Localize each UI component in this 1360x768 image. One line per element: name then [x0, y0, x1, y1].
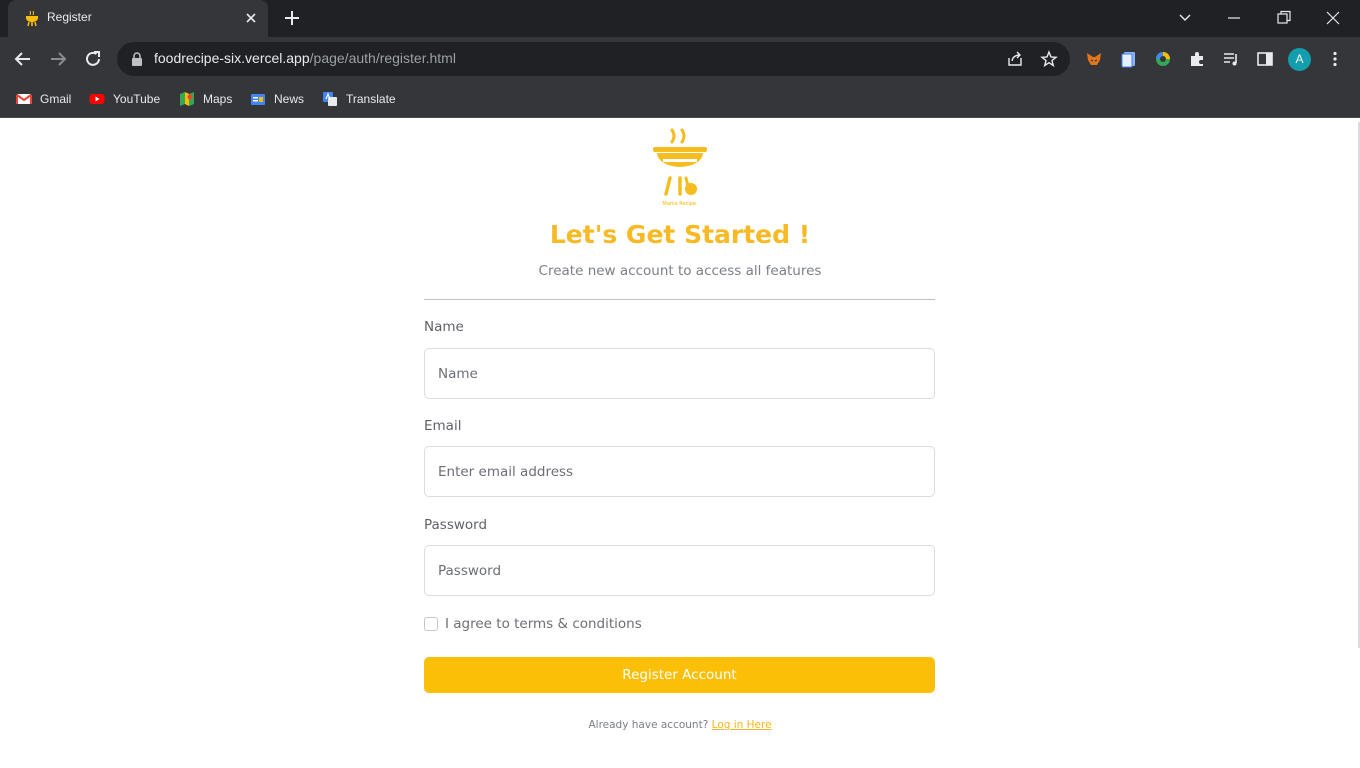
bookmark-translate[interactable]: Translate — [322, 89, 396, 109]
grill-logo-icon — [653, 128, 707, 196]
browser-toolbar: foodrecipe-six.vercel.app/page/auth/regi… — [0, 37, 1360, 81]
divider — [424, 299, 935, 300]
youtube-icon — [89, 94, 105, 104]
document-extension-icon[interactable] — [1120, 50, 1138, 68]
kebab-menu-icon[interactable] — [1326, 50, 1344, 68]
bookmark-star-icon[interactable] — [1040, 50, 1058, 68]
close-window-icon[interactable] — [1323, 8, 1343, 28]
page-subtitle: Create new account to access all feature… — [538, 263, 822, 279]
media-queue-icon[interactable] — [1222, 50, 1240, 68]
terms-label[interactable]: I agree to terms & conditions — [445, 616, 642, 632]
gmail-icon — [16, 94, 32, 104]
url-text[interactable]: foodrecipe-six.vercel.app/page/auth/regi… — [154, 50, 456, 66]
browser-titlebar: Register — [0, 0, 1360, 37]
bookmark-youtube[interactable]: YouTube — [89, 89, 160, 109]
news-icon — [251, 94, 265, 105]
new-tab-icon[interactable] — [282, 8, 302, 28]
url-host: foodrecipe-six.vercel.app — [154, 50, 310, 66]
login-prompt-text: Already have account? — [588, 719, 709, 731]
email-label: Email — [424, 418, 462, 434]
tab-search-chevron-icon[interactable] — [1175, 8, 1195, 28]
bookmark-label: YouTube — [113, 92, 161, 106]
login-link[interactable]: Log in Here — [712, 719, 772, 731]
share-icon[interactable] — [1006, 50, 1024, 68]
name-input[interactable] — [424, 348, 935, 399]
bookmark-news[interactable]: News — [250, 89, 304, 109]
translate-icon — [323, 92, 337, 106]
minimize-icon[interactable] — [1224, 8, 1244, 28]
login-prompt: Already have account? Log in Here — [430, 719, 930, 731]
register-account-button[interactable]: Register Account — [424, 657, 935, 693]
reload-icon[interactable] — [83, 49, 103, 69]
bookmark-label: Gmail — [40, 92, 72, 106]
bookmark-label: News — [274, 92, 305, 106]
profile-avatar[interactable]: A — [1288, 48, 1311, 71]
metamask-extension-icon[interactable] — [1085, 50, 1103, 68]
bookmark-maps[interactable]: Maps — [179, 89, 232, 109]
restore-icon[interactable] — [1274, 8, 1294, 28]
bookmark-label: Translate — [346, 92, 396, 106]
color-extension-icon[interactable] — [1154, 50, 1172, 68]
url-path: /page/auth/register.html — [309, 50, 456, 66]
tab-title: Register — [47, 10, 92, 24]
bookmark-label: Maps — [203, 92, 233, 106]
bookmark-gmail[interactable]: Gmail — [16, 89, 71, 109]
terms-checkbox[interactable] — [424, 617, 438, 631]
grill-favicon-icon — [26, 10, 38, 27]
bookmarks-bar: Gmail YouTube Maps News Translate — [0, 81, 1360, 118]
page-title: Let's Get Started ! — [549, 220, 811, 249]
address-bar[interactable]: foodrecipe-six.vercel.app/page/auth/regi… — [117, 42, 1070, 76]
logo-caption: Mama Recipe. — [662, 201, 698, 207]
password-input[interactable] — [424, 545, 935, 596]
terms-row: I agree to terms & conditions — [424, 615, 642, 633]
lock-icon[interactable] — [131, 52, 143, 66]
password-label: Password — [424, 517, 488, 533]
email-input[interactable] — [424, 446, 935, 497]
register-page: Mama Recipe. Let's Get Started ! Create … — [0, 118, 1360, 768]
close-tab-icon[interactable] — [242, 9, 260, 27]
puzzle-extensions-icon[interactable] — [1188, 50, 1206, 68]
name-label: Name — [424, 319, 464, 335]
forward-arrow-icon[interactable] — [48, 49, 68, 69]
side-panel-icon[interactable] — [1256, 50, 1274, 68]
back-arrow-icon[interactable] — [13, 49, 33, 69]
browser-tab[interactable]: Register — [8, 0, 268, 37]
maps-icon — [180, 92, 194, 106]
